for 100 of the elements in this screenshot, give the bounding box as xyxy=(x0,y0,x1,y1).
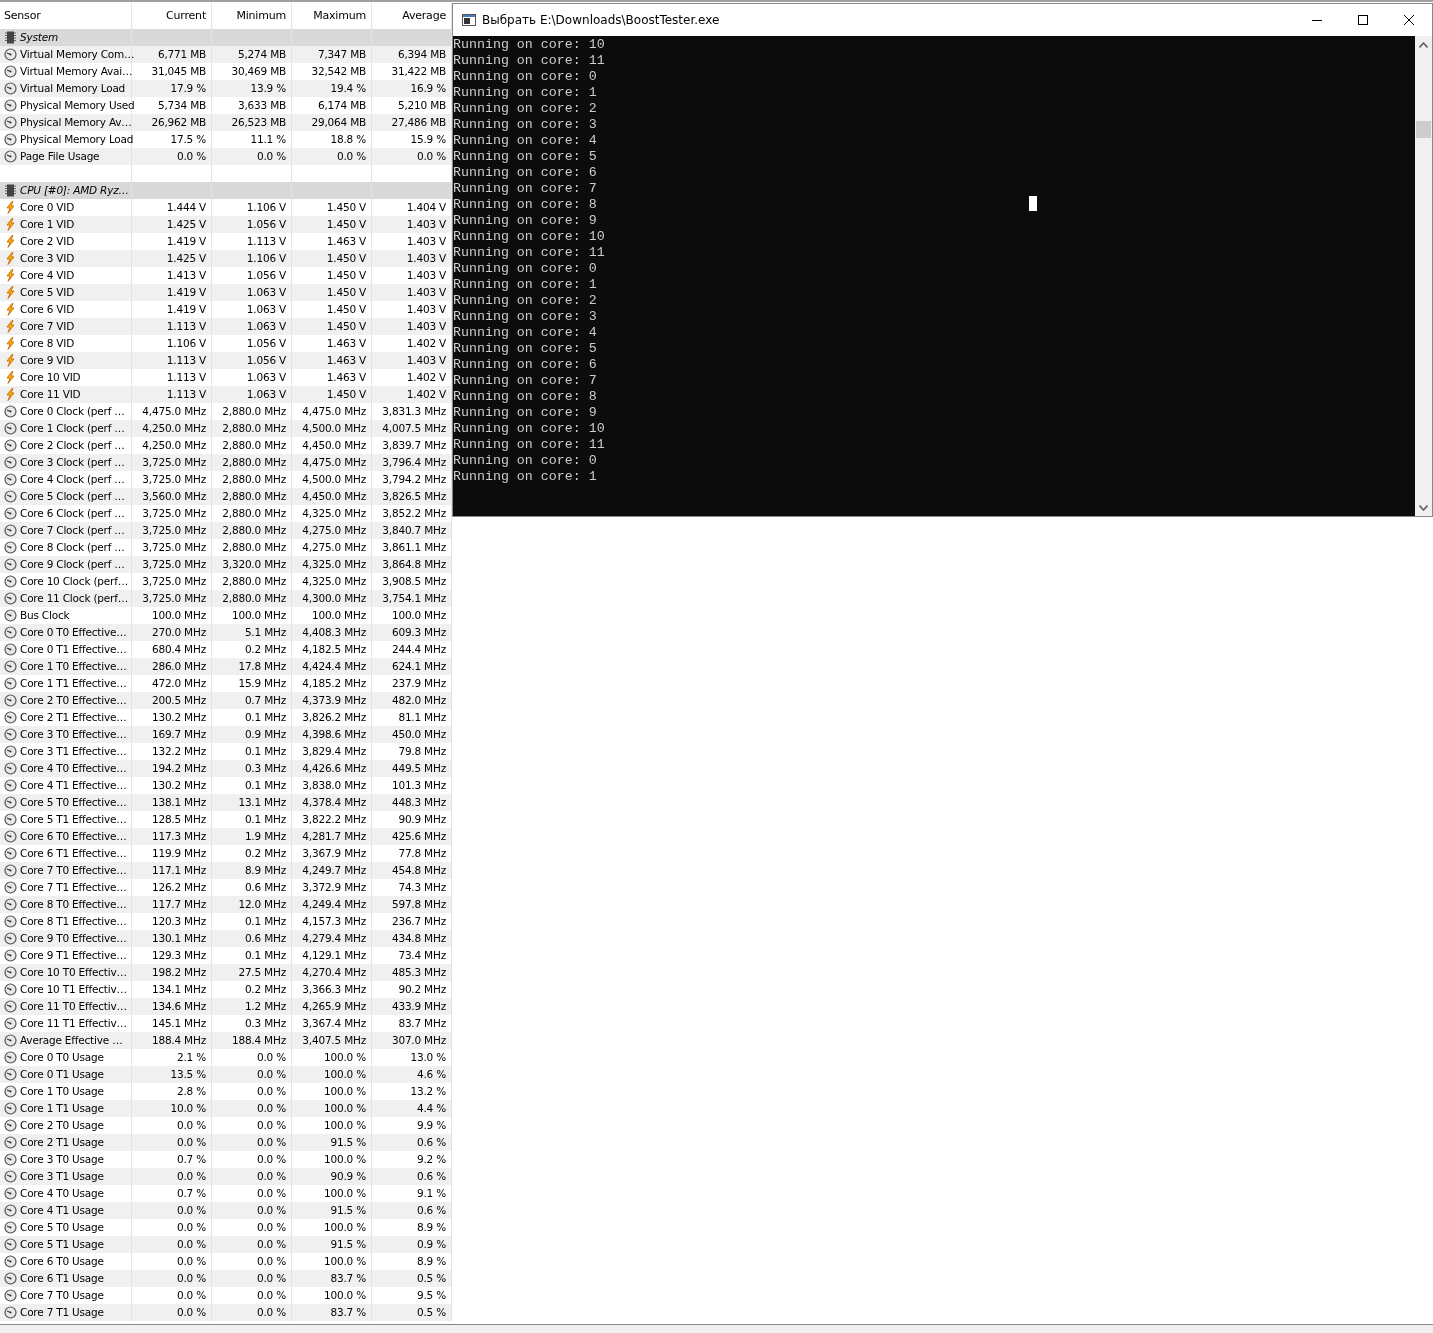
sensor-name: Core 5 T1 Effective… xyxy=(20,812,127,827)
table-cell: 0.7 MHz xyxy=(212,692,292,709)
table-cell: 4,325.0 MHz xyxy=(292,556,372,573)
table-cell: 1.403 V xyxy=(372,352,452,369)
table-cell: 624.1 MHz xyxy=(372,658,452,675)
table-cell: 1.425 V xyxy=(132,250,212,267)
sensor-name: Core 3 T0 Effective… xyxy=(20,727,127,742)
table-cell: 0.0 % xyxy=(212,1202,292,1219)
sensor-name: Core 0 VID xyxy=(20,200,75,215)
sensor-name: Core 5 VID xyxy=(20,285,75,300)
table-cell: 17.9 % xyxy=(132,80,212,97)
sensor-name: Core 7 T1 Usage xyxy=(20,1305,104,1320)
table-cell: 83.7 % xyxy=(292,1270,372,1287)
sensor-name: Core 0 T1 Effective… xyxy=(20,642,127,657)
sensor-name: Core 3 Clock (perf … xyxy=(20,455,125,470)
sensor-name: Core 2 T0 Usage xyxy=(20,1118,104,1133)
table-cell: 1.450 V xyxy=(292,284,372,301)
sensor-name: Core 1 T1 Usage xyxy=(20,1101,104,1116)
gauge-icon xyxy=(4,473,17,486)
sensor-name: Core 11 T1 Effectiv… xyxy=(20,1016,127,1031)
table-cell: 4,408.3 MHz xyxy=(292,624,372,641)
console-line: Running on core: 6 xyxy=(453,357,597,373)
lightning-bolt-icon xyxy=(4,235,17,248)
table-cell: 1.113 V xyxy=(132,386,212,403)
gauge-icon xyxy=(4,643,17,656)
table-cell: 3,840.7 MHz xyxy=(372,522,452,539)
table-cell: 1.056 V xyxy=(212,216,292,233)
table-cell: 8.9 MHz xyxy=(212,862,292,879)
sensor-name: Core 9 VID xyxy=(20,353,75,368)
table-cell: 0.3 MHz xyxy=(212,760,292,777)
table-cell: 117.7 MHz xyxy=(132,896,212,913)
table-cell: 0.6 % xyxy=(372,1168,452,1185)
sensor-name: Core 4 Clock (perf … xyxy=(20,472,125,487)
table-cell: 117.1 MHz xyxy=(132,862,212,879)
sensor-name: Core 3 T0 Usage xyxy=(20,1152,104,1167)
table-cell: 169.7 MHz xyxy=(132,726,212,743)
table-cell: 0.0 % xyxy=(212,1066,292,1083)
table-cell: 3,725.0 MHz xyxy=(132,454,212,471)
table-cell: 270.0 MHz xyxy=(132,624,212,641)
console-line: Running on core: 6 xyxy=(453,165,597,181)
console-line: Running on core: 4 xyxy=(453,325,597,341)
gauge-icon xyxy=(4,881,17,894)
table-cell: 0.6 % xyxy=(372,1202,452,1219)
console-line: Running on core: 9 xyxy=(453,213,597,229)
table-cell: 1.403 V xyxy=(372,216,452,233)
gauge-icon xyxy=(4,677,17,690)
console-line: Running on core: 1 xyxy=(453,85,597,101)
table-cell: 0.0 % xyxy=(132,1236,212,1253)
table-cell: 19.4 % xyxy=(292,80,372,97)
table-cell: 1.063 V xyxy=(212,318,292,335)
lightning-bolt-icon xyxy=(4,371,17,384)
sensor-name: Core 6 VID xyxy=(20,302,75,317)
gauge-icon xyxy=(4,949,17,962)
scrollbar-thumb[interactable] xyxy=(1416,121,1431,138)
gauge-icon xyxy=(4,813,17,826)
close-icon xyxy=(1403,14,1415,26)
sensor-name: Virtual Memory Avai… xyxy=(20,64,133,79)
console-line: Running on core: 1 xyxy=(453,469,597,485)
sensor-name: Core 11 Clock (perf… xyxy=(20,591,128,606)
table-cell: 4,398.6 MHz xyxy=(292,726,372,743)
console-line: Running on core: 5 xyxy=(453,341,597,357)
gauge-icon xyxy=(4,1289,17,1302)
table-cell: 4,279.4 MHz xyxy=(292,930,372,947)
sensor-name: Core 4 T1 Effective… xyxy=(20,778,127,793)
table-cell: 13.5 % xyxy=(132,1066,212,1083)
table-cell: 307.0 MHz xyxy=(372,1032,452,1049)
table-cell: 13.1 MHz xyxy=(212,794,292,811)
table-cell: 2,880.0 MHz xyxy=(212,454,292,471)
table-cell: 0.5 % xyxy=(372,1270,452,1287)
table-cell: 26,962 MB xyxy=(132,114,212,131)
table-cell: 4,450.0 MHz xyxy=(292,488,372,505)
console-line: Running on core: 0 xyxy=(453,453,597,469)
console-line: Running on core: 10 xyxy=(453,421,605,437)
scrollbar[interactable] xyxy=(1415,36,1432,516)
table-cell: 1.450 V xyxy=(292,318,372,335)
gauge-icon xyxy=(4,915,17,928)
sensor-name: Core 2 T0 Effective… xyxy=(20,693,127,708)
sensor-name: Core 11 T0 Effectiv… xyxy=(20,999,127,1014)
table-cell: 3,826.5 MHz xyxy=(372,488,452,505)
table-cell: 27,486 MB xyxy=(372,114,452,131)
table-cell: 6,394 MB xyxy=(372,46,452,63)
console-window-icon xyxy=(462,14,476,26)
table-cell: 0.0 % xyxy=(132,1134,212,1151)
table-cell: 27.5 MHz xyxy=(212,964,292,981)
sensor-name: Core 7 VID xyxy=(20,319,75,334)
table-cell: 100.0 % xyxy=(292,1100,372,1117)
sensor-name: Core 8 T1 Effective… xyxy=(20,914,127,929)
gauge-icon xyxy=(4,847,17,860)
console-line: Running on core: 0 xyxy=(453,261,597,277)
table-cell: 0.6 MHz xyxy=(212,930,292,947)
table-cell: 1.403 V xyxy=(372,284,452,301)
table-cell: 4.4 % xyxy=(372,1100,452,1117)
sensor-name: Core 7 Clock (perf … xyxy=(20,523,125,538)
table-cell: 0.9 MHz xyxy=(212,726,292,743)
console-line: Running on core: 10 xyxy=(453,37,605,53)
sensor-name: Core 3 VID xyxy=(20,251,75,266)
table-cell: 4,007.5 MHz xyxy=(372,420,452,437)
gauge-icon xyxy=(4,541,17,554)
sensor-name: Core 6 T1 Effective… xyxy=(20,846,127,861)
table-cell: 1.056 V xyxy=(212,352,292,369)
